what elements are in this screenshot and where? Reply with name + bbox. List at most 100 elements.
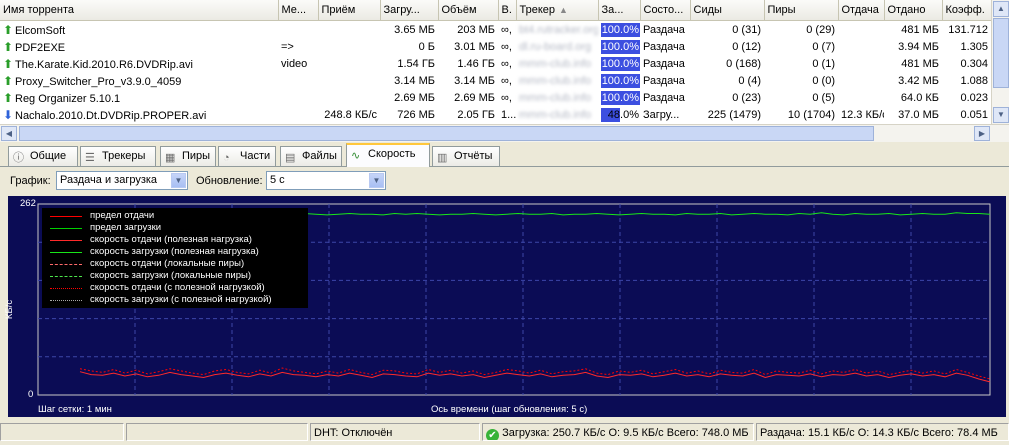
table-row[interactable]: ⬆ ElcomSoft 3.65 МБ 203 МБ ∞, bt4.rutracker.o… bbox=[0, 21, 991, 39]
cell-category bbox=[278, 72, 318, 89]
column-header-state[interactable]: Состо... bbox=[640, 0, 691, 21]
cell-name: ⬆ ElcomSoft bbox=[0, 21, 278, 39]
column-header-uploaded[interactable]: Отдано bbox=[884, 0, 943, 21]
legend-swatch bbox=[50, 228, 82, 229]
cell-name: ⬆ Reg Organizer 5.10.1 bbox=[0, 89, 278, 106]
cell-seeds: 0 (168) bbox=[726, 57, 761, 70]
cell-size: 1.46 ГБ bbox=[457, 57, 495, 70]
cell-complete: 100.0% bbox=[598, 89, 640, 106]
column-header-label: Состо... bbox=[643, 4, 684, 16]
cell-peers: 0 (1) bbox=[812, 57, 835, 70]
cell-v: ∞, bbox=[501, 23, 512, 36]
column-header-ratio[interactable]: Коэфф. bbox=[942, 0, 992, 21]
chevron-down-icon[interactable]: ▼ bbox=[369, 173, 384, 188]
chevron-down-icon[interactable]: ▼ bbox=[171, 173, 186, 188]
column-header-label: Трекер bbox=[519, 4, 556, 16]
seeding-arrow-icon: ⬆ bbox=[3, 56, 14, 71]
update-interval-select[interactable]: 5 с ▼ bbox=[266, 171, 386, 190]
column-header-peers[interactable]: Пиры bbox=[764, 0, 839, 21]
cell-upload bbox=[838, 55, 884, 72]
cell-seeds: 0 (4) bbox=[738, 74, 761, 87]
scroll-right-icon[interactable]: ▶ bbox=[974, 126, 990, 141]
cell-downloaded: 0 Б bbox=[418, 40, 435, 53]
cell-category bbox=[278, 106, 318, 123]
legend-swatch bbox=[50, 276, 82, 277]
legend-item: предел отдачи bbox=[42, 210, 308, 222]
column-header-v[interactable]: В. bbox=[498, 0, 517, 21]
upload-status: Раздача: 15.1 КБ/с О: 14.3 КБ/с Всего: 7… bbox=[756, 423, 1009, 441]
progress-bar: 100.0% bbox=[601, 90, 640, 105]
table-row[interactable]: ⬆ PDF2EXE => 0 Б 3.01 МБ ∞, dl.ru-board.org 100… bbox=[0, 38, 991, 55]
legend-swatch bbox=[50, 300, 82, 301]
tab-pieces[interactable]: ◔ Части bbox=[218, 146, 276, 166]
cell-upload bbox=[838, 72, 884, 89]
column-header-upload[interactable]: Отдача bbox=[838, 0, 885, 21]
speed-icon: ∿ bbox=[351, 150, 361, 162]
cell-received bbox=[318, 55, 380, 72]
legend-label: скорость загрузки (с полезной нагрузкой) bbox=[90, 294, 272, 305]
cell-downloaded: 1.54 ГБ bbox=[397, 57, 435, 70]
graph-select[interactable]: Раздача и загрузка ▼ bbox=[56, 171, 188, 190]
cell-downloaded: 726 МБ bbox=[397, 108, 435, 121]
table-header-row: Имя торрента Ме... Приём Загру... Объём В. Тре… bbox=[0, 0, 992, 21]
cell-uploaded: 481 МБ bbox=[901, 23, 939, 36]
cell-ratio: 0.051 bbox=[960, 108, 988, 121]
cell-v: ∞, bbox=[501, 57, 512, 70]
scroll-left-icon[interactable]: ◀ bbox=[1, 126, 17, 141]
cell-category: => bbox=[281, 40, 294, 53]
list-vertical-scrollbar[interactable]: ▲ ▼ bbox=[991, 0, 1009, 124]
column-header-tracker[interactable]: Трекер ▲ bbox=[516, 0, 599, 21]
cell-received bbox=[318, 21, 380, 39]
scroll-thumb[interactable] bbox=[993, 18, 1009, 88]
tab-label: Пиры bbox=[182, 150, 211, 162]
cell-name: ⬆ Proxy_Switcher_Pro_v3.9.0_4059 bbox=[0, 72, 278, 89]
cell-complete: 100.0% bbox=[598, 38, 640, 55]
column-header-category[interactable]: Ме... bbox=[278, 0, 319, 21]
table-row[interactable]: ⬆ Reg Organizer 5.10.1 2.69 МБ 2.69 МБ ∞, mmm… bbox=[0, 89, 991, 106]
column-header-received[interactable]: Приём bbox=[318, 0, 381, 21]
column-header-size[interactable]: Объём bbox=[438, 0, 499, 21]
torrent-list[interactable]: Имя торрента Ме... Приём Загру... Объём В. Тре… bbox=[0, 0, 1009, 124]
torrent-table: Имя торрента Ме... Приём Загру... Объём В. Тре… bbox=[0, 0, 992, 123]
column-header-downloaded[interactable]: Загру... bbox=[380, 0, 439, 21]
graph-label: График: bbox=[10, 175, 51, 187]
table-row[interactable]: ⬆ The.Karate.Kid.2010.R6.DVDRip.avi video 1… bbox=[0, 55, 991, 72]
status-cell-empty-2 bbox=[126, 423, 308, 441]
cell-upload bbox=[838, 38, 884, 55]
column-header-label: Приём bbox=[321, 4, 356, 16]
tab-info[interactable]: ⓘ Общие bbox=[8, 146, 78, 166]
torrent-name: Reg Organizer 5.10.1 bbox=[15, 92, 121, 105]
tab-peers[interactable]: ▦ Пиры bbox=[160, 146, 216, 166]
progress-label: 100.0% bbox=[601, 91, 639, 104]
progress-bar: 100.0% bbox=[601, 39, 640, 54]
scroll-down-icon[interactable]: ▼ bbox=[993, 107, 1009, 123]
cell-name: ⬆ The.Karate.Kid.2010.R6.DVDRip.avi bbox=[0, 55, 278, 72]
logger-icon: ▥ bbox=[437, 152, 448, 164]
tab-speed[interactable]: ∿ Скорость bbox=[346, 143, 430, 167]
tab-trackers[interactable]: ☰ Трекеры bbox=[80, 146, 156, 166]
torrent-name: Nachalo.2010.Dt.DVDRip.PROPER.avi bbox=[15, 109, 207, 122]
legend-swatch bbox=[50, 240, 82, 241]
cell-tracker: mmm-club.info bbox=[519, 57, 592, 70]
cell-peers: 0 (7) bbox=[812, 40, 835, 53]
column-header-complete[interactable]: За... bbox=[598, 0, 641, 21]
seeding-arrow-icon: ⬆ bbox=[3, 39, 14, 54]
column-header-seeds[interactable]: Сиды bbox=[690, 0, 765, 21]
cell-seeds: 0 (31) bbox=[732, 23, 761, 36]
cell-size: 203 МБ bbox=[457, 23, 495, 36]
table-row[interactable]: ⬇ Nachalo.2010.Dt.DVDRip.PROPER.avi 248.8 … bbox=[0, 106, 991, 123]
column-header-label: Ме... bbox=[281, 4, 307, 16]
files-icon: ▤ bbox=[285, 152, 296, 164]
tab-files[interactable]: ▤ Файлы bbox=[280, 146, 342, 166]
scroll-up-icon[interactable]: ▲ bbox=[993, 1, 1009, 17]
connection-ok-icon: ✔ bbox=[486, 429, 499, 440]
cell-v: ∞, bbox=[501, 91, 512, 104]
list-horizontal-scrollbar[interactable]: ◀ ▶ bbox=[0, 124, 1009, 142]
horizontal-scroll-thumb[interactable] bbox=[19, 126, 874, 141]
column-header-name[interactable]: Имя торрента bbox=[0, 0, 279, 21]
table-row[interactable]: ⬆ Proxy_Switcher_Pro_v3.9.0_4059 3.14 МБ 3.… bbox=[0, 72, 991, 89]
tab-logger[interactable]: ▥ Отчёты bbox=[432, 146, 500, 166]
cell-name: ⬆ PDF2EXE bbox=[0, 38, 278, 55]
column-header-label: Сиды bbox=[693, 4, 722, 16]
tab-label: Скорость bbox=[368, 148, 416, 160]
